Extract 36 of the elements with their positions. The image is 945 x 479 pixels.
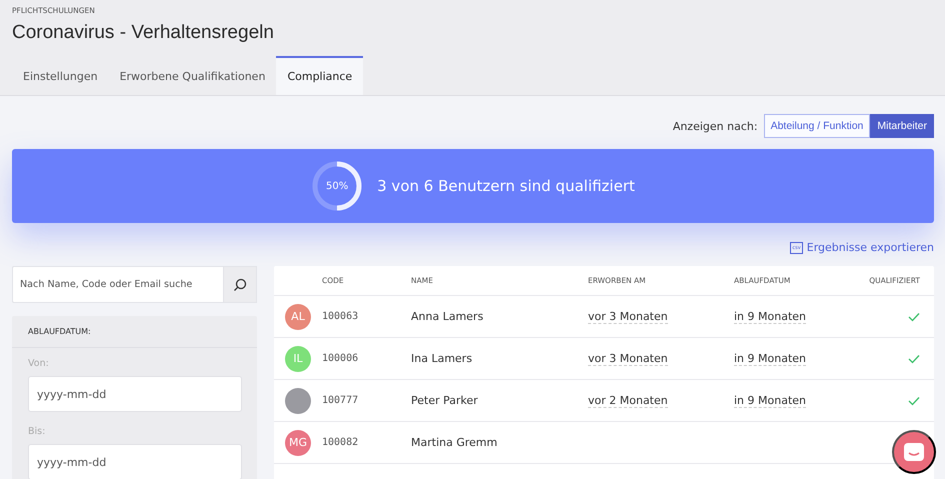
date-field[interactable]: yyyy-mm-dd <box>28 444 242 479</box>
tab[interactable]: Erworbene Qualifikationen <box>108 56 276 95</box>
avatar: IL <box>285 346 311 372</box>
search-icon <box>233 278 247 292</box>
field-label: Von: <box>28 358 50 369</box>
avatar: MG <box>285 430 311 456</box>
view-label: Anzeigen nach: <box>672 120 758 132</box>
date-field[interactable]: yyyy-mm-dd <box>28 376 242 412</box>
view-toggle-option[interactable]: Abteilung / Funktion <box>764 114 870 138</box>
search-button[interactable] <box>223 266 257 303</box>
table-cell-text: Martina Gremm <box>411 436 498 449</box>
table-cell-text: 100006 <box>322 353 360 364</box>
chat-icon <box>903 442 925 462</box>
table-cell: in 9 Monaten <box>734 352 806 366</box>
search-field[interactable]: Nach Name, Code oder Email suche <box>12 266 223 303</box>
table-cell-text: 100777 <box>322 395 360 406</box>
table-cell: in 9 Monaten <box>734 394 806 408</box>
table-cell: vor 3 Monaten <box>588 310 668 324</box>
summary-text: 3 von 6 Benutzern sind qualifiziert <box>377 177 635 195</box>
page-title: Coronavirus - Verhaltensregeln <box>12 22 275 44</box>
table-cell-text: Ina Lamers <box>411 352 474 365</box>
tab[interactable]: Einstellungen <box>12 56 109 95</box>
table-cell-text: 100063 <box>322 311 360 322</box>
table-cell-text: Peter Parker <box>411 394 479 407</box>
view-toggle-option[interactable]: Mitarbeiter <box>870 114 934 138</box>
table-cell: vor 3 Monaten <box>588 352 668 366</box>
avatar: AL <box>285 304 311 330</box>
table-cell: in 9 Monaten <box>734 310 806 324</box>
progress-percent: 50% <box>326 180 348 192</box>
table-cell-text: Anna Lamers <box>411 310 484 323</box>
filter-heading: ABLAUFDATUM: <box>12 316 257 348</box>
photo-placeholder <box>285 388 311 414</box>
field-label: Bis: <box>28 426 46 437</box>
table-cell: vor 2 Monaten <box>588 394 668 408</box>
table-cell-text: 100082 <box>322 437 360 448</box>
tab[interactable]: Compliance <box>276 56 364 95</box>
